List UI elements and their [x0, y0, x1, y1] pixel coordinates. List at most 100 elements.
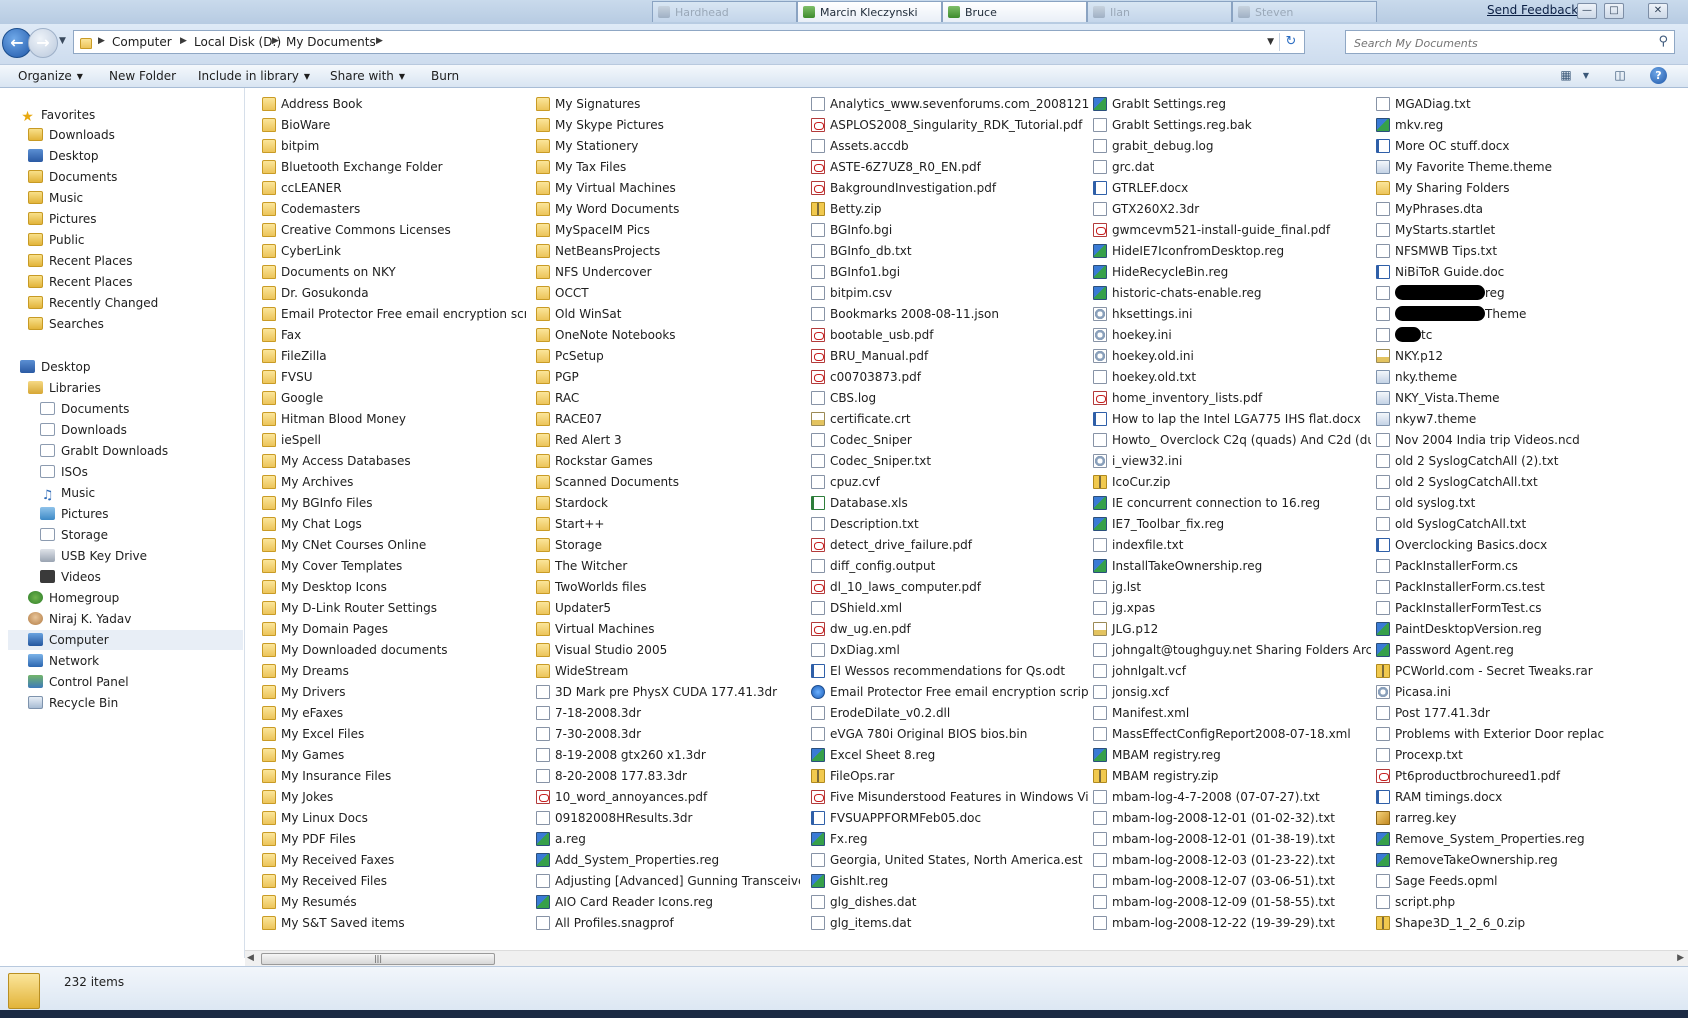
file-item[interactable]: Procexp.txt [1376, 746, 1676, 765]
file-item[interactable]: 8-19-2008 gtx260 x1.3dr [536, 746, 800, 765]
file-item[interactable]: 09182008HResults.3dr [536, 809, 800, 828]
file-item[interactable]: 7-18-2008.3dr [536, 704, 800, 723]
file-item[interactable]: glg_items.dat [811, 914, 1089, 933]
nav-fav-music[interactable]: Music [28, 188, 83, 208]
window-tab-bruce[interactable]: Bruce [942, 1, 1087, 22]
file-item[interactable]: GishIt.reg [811, 872, 1089, 891]
file-item[interactable]: Stardock [536, 494, 800, 513]
address-bar[interactable]: ▶ Computer ▶ Local Disk (D:) ▶ My Docume… [73, 30, 1305, 54]
nav-fav-recent-places[interactable]: Recent Places [28, 251, 132, 271]
file-item[interactable]: GTRLEF.docx [1093, 179, 1371, 198]
forward-button[interactable]: → [28, 28, 58, 58]
file-item[interactable]: hksettings.ini [1093, 305, 1371, 324]
file-item[interactable]: Codec_Sniper.txt [811, 452, 1089, 471]
file-item[interactable]: certificate.crt [811, 410, 1089, 429]
file-item[interactable]: Manifest.xml [1093, 704, 1371, 723]
file-item[interactable]: More OC stuff.docx [1376, 137, 1676, 156]
file-item[interactable]: Add_System_Properties.reg [536, 851, 800, 870]
file-item[interactable]: glg_dishes.dat [811, 893, 1089, 912]
file-item[interactable]: mbam-log-2008-12-09 (01-58-55).txt [1093, 893, 1371, 912]
file-item[interactable]: NiBiToR Guide.doc [1376, 263, 1676, 282]
file-item[interactable]: My CNet Courses Online [262, 536, 526, 555]
file-item[interactable]: GrabIt Settings.reg [1093, 95, 1371, 114]
file-item[interactable]: MySpaceIM Pics [536, 221, 800, 240]
file-item[interactable]: mkv.reg [1376, 116, 1676, 135]
nav-fav-recently-changed[interactable]: Recently Changed [28, 293, 158, 313]
file-item[interactable]: CyberLink [262, 242, 526, 261]
file-item[interactable]: Documents on NKY [262, 263, 526, 282]
file-item[interactable]: dw_ug.en.pdf [811, 620, 1089, 639]
file-item[interactable]: ASPLOS2008_Singularity_RDK_Tutorial.pdf [811, 116, 1089, 135]
file-item[interactable]: bitpim.csv [811, 284, 1089, 303]
file-item[interactable]: ASTE-6Z7UZ8_R0_EN.pdf [811, 158, 1089, 177]
file-item[interactable]: PCWorld.com - Secret Tweaks.rar [1376, 662, 1676, 681]
file-item[interactable]: RACE07 [536, 410, 800, 429]
file-item[interactable]: My Favorite Theme.theme [1376, 158, 1676, 177]
file-item[interactable]: RAC [536, 389, 800, 408]
address-history-dropdown[interactable]: ▼ [1267, 37, 1274, 47]
file-item[interactable]: HideRecycleBin.reg [1093, 263, 1371, 282]
breadcrumb-computer[interactable]: Computer [112, 35, 172, 49]
search-box[interactable]: ⚲ [1345, 30, 1675, 54]
send-feedback-link[interactable]: Send Feedback [1487, 3, 1578, 17]
nav-fav-downloads[interactable]: Downloads [28, 125, 115, 145]
file-item[interactable]: Codemasters [262, 200, 526, 219]
file-item[interactable]: DShield.xml [811, 599, 1089, 618]
file-item[interactable]: hoekey.old.ini [1093, 347, 1371, 366]
file-item[interactable]: All Profiles.snagprof [536, 914, 800, 933]
file-item[interactable]: NKY.p12 [1376, 347, 1676, 366]
chevron-down-icon[interactable]: ▼ [1580, 67, 1592, 84]
file-item[interactable]: My Received Faxes [262, 851, 526, 870]
file-item[interactable]: hoekey.old.txt [1093, 368, 1371, 387]
file-item[interactable]: ieSpell [262, 431, 526, 450]
file-item[interactable]: NKY_Vista.Theme [1376, 389, 1676, 408]
file-item[interactable]: HideIE7IconfromDesktop.reg [1093, 242, 1371, 261]
file-item[interactable]: Theme [1376, 305, 1676, 324]
nav-fav-desktop[interactable]: Desktop [28, 146, 99, 166]
file-item[interactable]: Codec_Sniper [811, 431, 1089, 450]
file-item[interactable]: PackInstallerForm.cs [1376, 557, 1676, 576]
organize-menu[interactable]: Organize ▼ [18, 69, 83, 83]
include-in-library-menu[interactable]: Include in library ▼ [198, 69, 310, 83]
file-item[interactable]: nky.theme [1376, 368, 1676, 387]
file-item[interactable]: 3D Mark pre PhysX CUDA 177.41.3dr [536, 683, 800, 702]
file-item[interactable]: PGP [536, 368, 800, 387]
file-item[interactable]: grabit_debug.log [1093, 137, 1371, 156]
file-item[interactable]: PackInstallerFormTest.cs [1376, 599, 1676, 618]
nav-fav-searches[interactable]: Searches [28, 314, 104, 334]
file-item[interactable]: RAM timings.docx [1376, 788, 1676, 807]
file-item[interactable]: grc.dat [1093, 158, 1371, 177]
file-item[interactable]: detect_drive_failure.pdf [811, 536, 1089, 555]
file-item[interactable]: IcoCur.zip [1093, 473, 1371, 492]
file-item[interactable]: diff_config.output [811, 557, 1089, 576]
file-item[interactable]: old 2 SyslogCatchAll.txt [1376, 473, 1676, 492]
file-item[interactable]: jonsig.xcf [1093, 683, 1371, 702]
file-item[interactable]: My Downloaded documents [262, 641, 526, 660]
file-item[interactable]: mbam-log-2008-12-07 (03-06-51).txt [1093, 872, 1371, 891]
file-item[interactable]: BioWare [262, 116, 526, 135]
file-item[interactable]: MBAM registry.zip [1093, 767, 1371, 786]
file-item[interactable]: TwoWorlds files [536, 578, 800, 597]
nav-lib-storage[interactable]: Storage [40, 525, 108, 545]
file-item[interactable]: Picasa.ini [1376, 683, 1676, 702]
file-item[interactable]: mbam-log-2008-12-03 (01-23-22).txt [1093, 851, 1371, 870]
recent-pages-dropdown[interactable]: ▼ [59, 36, 66, 46]
file-item[interactable]: My Resumés [262, 893, 526, 912]
file-item[interactable]: The Witcher [536, 557, 800, 576]
file-item[interactable]: Updater5 [536, 599, 800, 618]
file-item[interactable]: My Received Files [262, 872, 526, 891]
file-item[interactable]: rarreg.key [1376, 809, 1676, 828]
file-item[interactable]: My Dreams [262, 662, 526, 681]
file-item[interactable]: My Linux Docs [262, 809, 526, 828]
search-icon[interactable]: ⚲ [1658, 34, 1668, 49]
file-item[interactable]: El Wessos recommendations for Qs.odt [811, 662, 1089, 681]
file-item[interactable]: mbam-log-2008-12-01 (01-02-32).txt [1093, 809, 1371, 828]
file-item[interactable]: Description.txt [811, 515, 1089, 534]
file-item[interactable]: Nov 2004 India trip Videos.ncd [1376, 431, 1676, 450]
burn-button[interactable]: Burn [431, 69, 459, 83]
nav-lib-music[interactable]: ♫ Music [40, 483, 95, 503]
minimize-button[interactable]: — [1577, 3, 1597, 19]
file-item[interactable]: BGInfo1.bgi [811, 263, 1089, 282]
file-item[interactable]: a.reg [536, 830, 800, 849]
file-item[interactable]: Google [262, 389, 526, 408]
